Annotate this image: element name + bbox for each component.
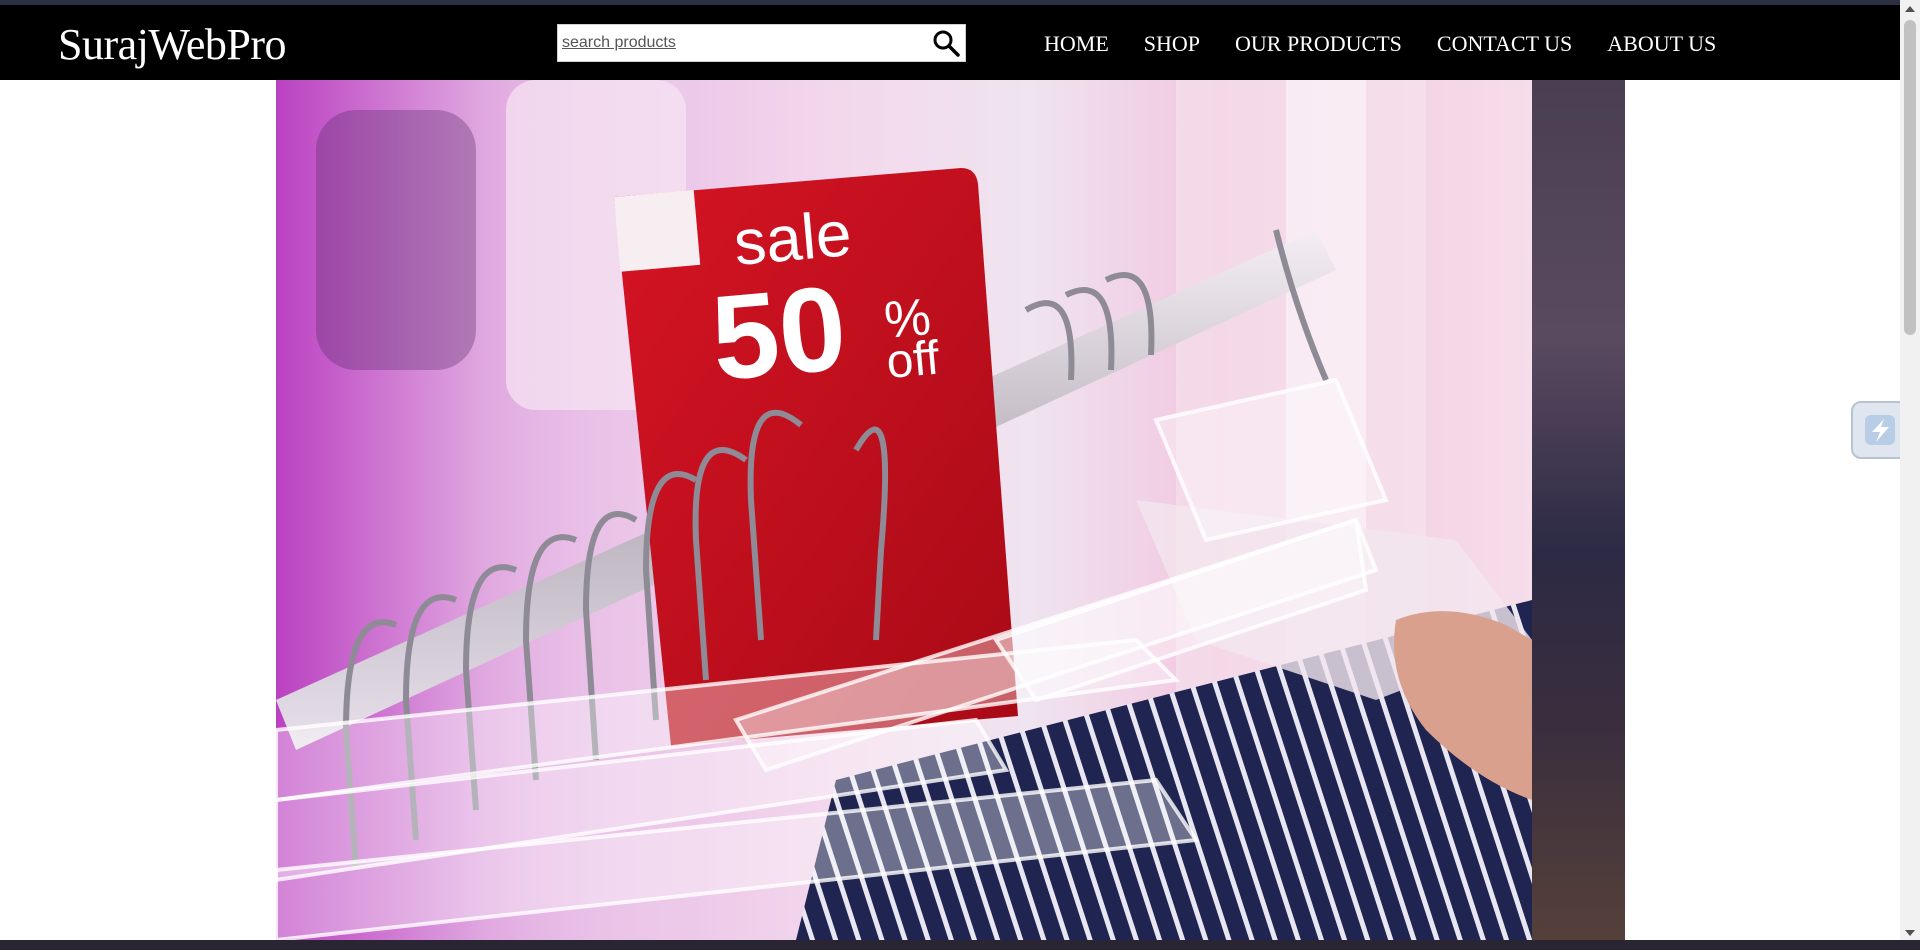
search-input[interactable] bbox=[562, 28, 922, 58]
navbar: SurajWebPro HOME SHOP OUR PRODUCTS CONTA… bbox=[0, 5, 1900, 80]
nav-home[interactable]: HOME bbox=[1044, 31, 1109, 57]
sale-off: off bbox=[884, 332, 942, 389]
nav-contact-us[interactable]: CONTACT US bbox=[1437, 31, 1572, 57]
hero-banner-image: sale 50 % off bbox=[276, 80, 1532, 940]
nav-our-products[interactable]: OUR PRODUCTS bbox=[1235, 31, 1402, 57]
taskbar-edge bbox=[0, 940, 1920, 950]
hero-sale-illustration: sale 50 % off bbox=[276, 80, 1532, 940]
scrollbar-thumb[interactable] bbox=[1904, 20, 1916, 335]
lightning-icon bbox=[1865, 415, 1895, 445]
nav-about-us[interactable]: ABOUT US bbox=[1607, 31, 1716, 57]
search-box bbox=[557, 24, 966, 62]
search-button[interactable] bbox=[927, 25, 965, 61]
main-nav: HOME SHOP OUR PRODUCTS CONTACT US ABOUT … bbox=[1044, 31, 1716, 57]
scroll-down-arrow-icon[interactable] bbox=[1905, 930, 1915, 936]
hero-side-panel bbox=[1532, 80, 1625, 940]
brand-logo[interactable]: SurajWebPro bbox=[58, 19, 287, 70]
sale-number: 50 bbox=[707, 261, 852, 406]
scroll-up-arrow-icon[interactable] bbox=[1905, 6, 1915, 12]
nav-shop[interactable]: SHOP bbox=[1144, 31, 1200, 57]
search-icon bbox=[933, 30, 960, 57]
vertical-scrollbar[interactable] bbox=[1900, 0, 1920, 950]
